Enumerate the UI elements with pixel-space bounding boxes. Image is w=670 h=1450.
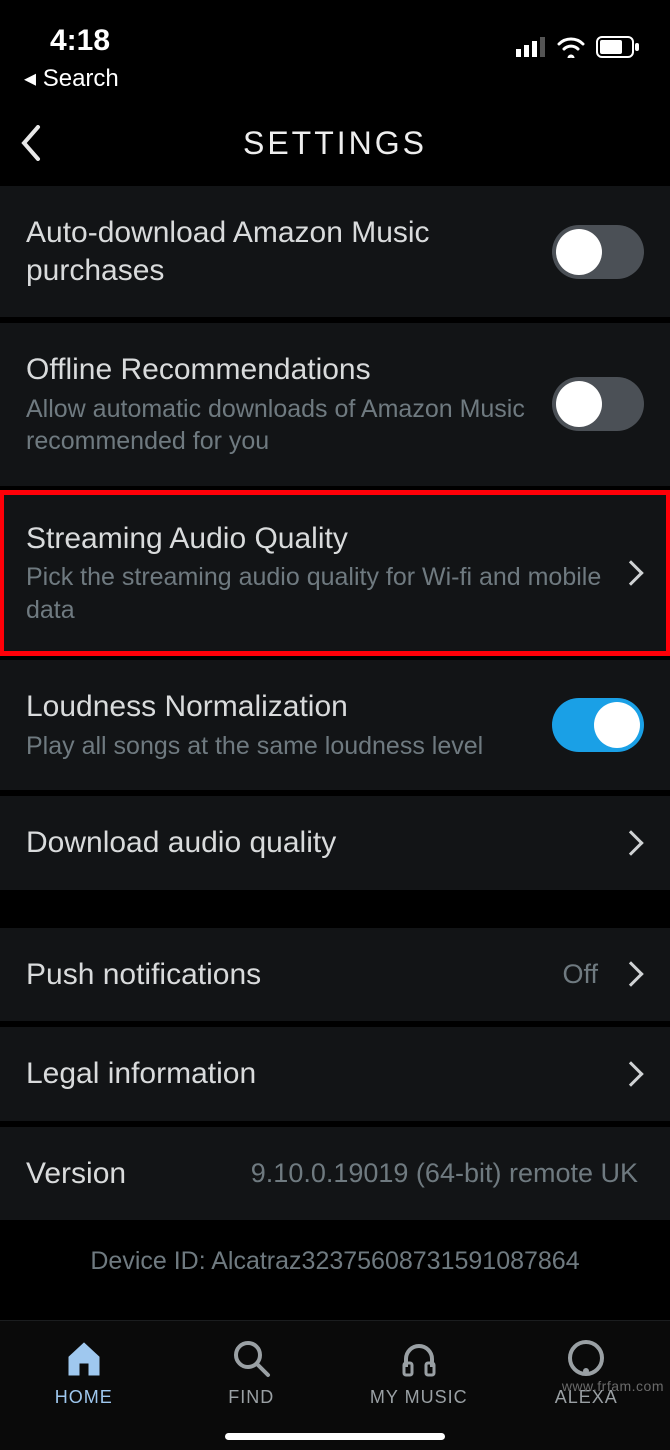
home-indicator[interactable] bbox=[225, 1433, 445, 1440]
tab-find[interactable]: FIND bbox=[168, 1321, 336, 1450]
toggle-offline-recommendations[interactable] bbox=[552, 377, 644, 431]
status-icons bbox=[516, 36, 640, 58]
cellular-icon bbox=[516, 37, 546, 57]
tab-home[interactable]: HOME bbox=[0, 1321, 168, 1450]
status-bar: 4:18 bbox=[0, 0, 670, 60]
device-id: Device ID: Alcatraz32375608731591087864 bbox=[0, 1221, 670, 1286]
chevron-right-icon bbox=[618, 1061, 643, 1086]
toggle-loudness-normalization[interactable] bbox=[552, 698, 644, 752]
wifi-icon bbox=[556, 36, 586, 58]
tab-label: FIND bbox=[228, 1387, 274, 1408]
watermark: www.frfam.com bbox=[562, 1378, 664, 1394]
row-title: Version bbox=[26, 1155, 233, 1193]
row-title: Download audio quality bbox=[26, 824, 604, 862]
status-time: 4:18 bbox=[50, 24, 110, 58]
nav-back-label: ◂ Search bbox=[24, 65, 119, 92]
headphones-icon bbox=[398, 1337, 440, 1379]
chevron-left-icon bbox=[20, 125, 42, 161]
row-download-audio-quality[interactable]: Download audio quality bbox=[0, 795, 670, 891]
row-loudness-normalization[interactable]: Loudness Normalization Play all songs at… bbox=[0, 659, 670, 791]
row-title: Offline Recommendations bbox=[26, 351, 534, 389]
row-title: Loudness Normalization bbox=[26, 688, 534, 726]
chevron-right-icon bbox=[618, 962, 643, 987]
tab-label: MY MUSIC bbox=[370, 1387, 468, 1408]
row-subtitle: Allow automatic downloads of Amazon Musi… bbox=[26, 393, 534, 458]
row-value: 9.10.0.19019 (64-bit) remote UK bbox=[251, 1158, 638, 1189]
search-icon bbox=[230, 1337, 272, 1379]
tab-my-music[interactable]: MY MUSIC bbox=[335, 1321, 503, 1450]
row-subtitle: Play all songs at the same loudness leve… bbox=[26, 730, 534, 763]
home-icon bbox=[63, 1337, 105, 1379]
row-title: Legal information bbox=[26, 1055, 604, 1093]
row-push-notifications[interactable]: Push notifications Off bbox=[0, 927, 670, 1023]
page-title: SETTINGS bbox=[60, 125, 610, 162]
row-streaming-audio-quality[interactable]: Streaming Audio Quality Pick the streami… bbox=[0, 491, 670, 656]
tab-label: HOME bbox=[55, 1387, 113, 1408]
row-version: Version 9.10.0.19019 (64-bit) remote UK bbox=[0, 1126, 670, 1222]
battery-icon bbox=[596, 36, 640, 58]
settings-list: Auto-download Amazon Music purchases Off… bbox=[0, 185, 670, 1286]
header: SETTINGS bbox=[0, 111, 670, 175]
alexa-icon bbox=[565, 1337, 607, 1379]
chevron-right-icon bbox=[618, 560, 643, 585]
chevron-right-icon bbox=[618, 830, 643, 855]
toggle-auto-download[interactable] bbox=[552, 225, 644, 279]
row-legal-information[interactable]: Legal information bbox=[0, 1026, 670, 1122]
row-title: Push notifications bbox=[26, 956, 544, 994]
row-title: Streaming Audio Quality bbox=[26, 520, 604, 558]
nav-back[interactable]: ◂ Search bbox=[0, 60, 670, 111]
row-offline-recommendations[interactable]: Offline Recommendations Allow automatic … bbox=[0, 322, 670, 487]
row-value: Off bbox=[562, 959, 598, 990]
back-button[interactable] bbox=[20, 125, 60, 161]
row-subtitle: Pick the streaming audio quality for Wi-… bbox=[26, 561, 604, 626]
row-title: Auto-download Amazon Music purchases bbox=[26, 214, 534, 289]
row-auto-download[interactable]: Auto-download Amazon Music purchases bbox=[0, 185, 670, 318]
